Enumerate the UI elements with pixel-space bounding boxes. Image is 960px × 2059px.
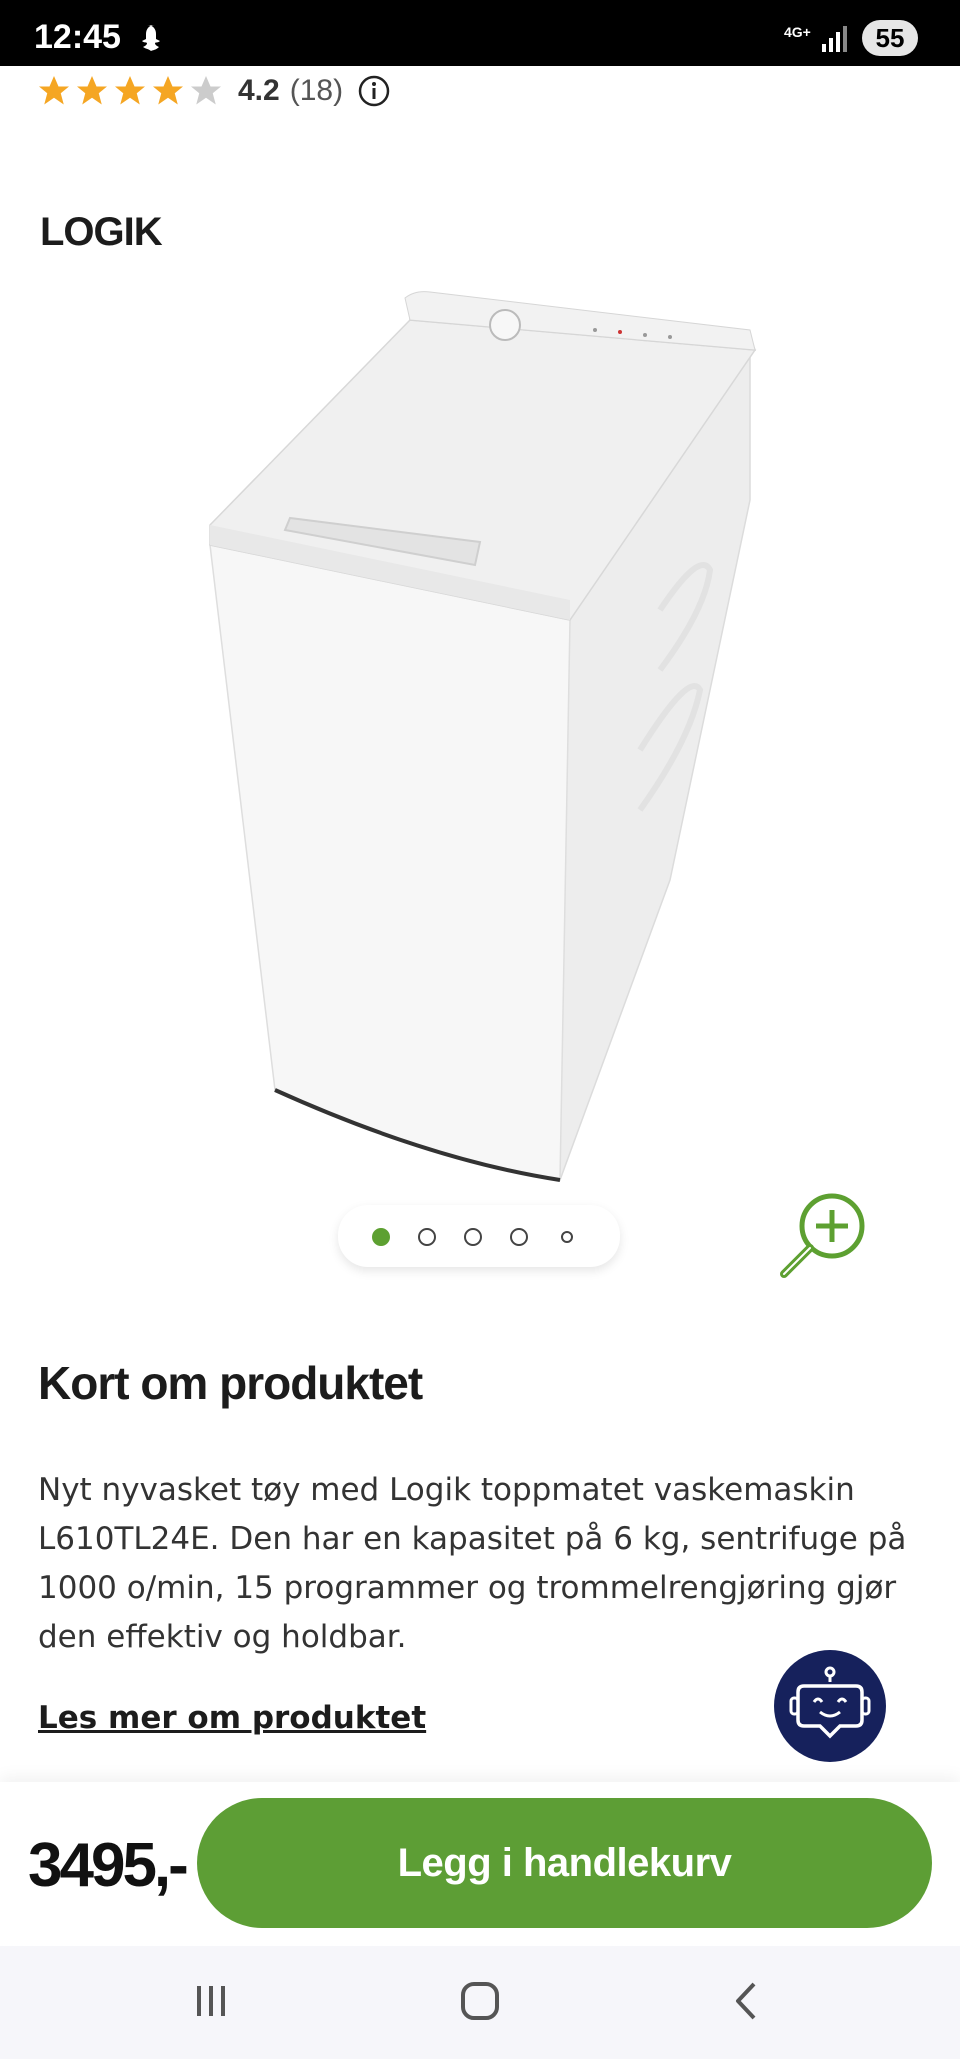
recent-apps-icon[interactable] xyxy=(186,1976,236,2026)
ghost-icon xyxy=(142,25,160,51)
gallery-dot-5[interactable] xyxy=(561,1231,573,1243)
gallery-dot-2[interactable] xyxy=(418,1228,436,1246)
battery-indicator: 55 xyxy=(862,20,918,56)
chatbot-icon xyxy=(789,1666,871,1739)
star-icon xyxy=(39,76,69,105)
signal-icon xyxy=(822,26,847,52)
back-icon[interactable] xyxy=(722,1976,772,2026)
star-icon xyxy=(153,76,183,105)
product-description: Nyt nyvasket tøy med Logik toppmatet vas… xyxy=(38,1472,907,1655)
rating-count: (18) xyxy=(289,74,344,107)
add-to-cart-button[interactable]: Legg i handlekurv xyxy=(197,1798,932,1928)
zoom-in-icon[interactable] xyxy=(776,1188,870,1282)
info-icon[interactable] xyxy=(357,74,391,108)
star-icon xyxy=(77,76,107,105)
product-image[interactable] xyxy=(190,290,780,1190)
section-title: Kort om produktet xyxy=(38,1357,423,1409)
status-time: 12:45 xyxy=(34,18,121,56)
status-bar: 12:45 4G+ 55 xyxy=(0,0,960,66)
star-icon xyxy=(115,76,145,105)
gallery-dot-3[interactable] xyxy=(464,1228,482,1246)
gallery-dot-4[interactable] xyxy=(510,1228,528,1246)
star-empty-icon xyxy=(191,76,221,105)
product-rating[interactable]: 4.2 (18) xyxy=(36,68,391,114)
chatbot-button[interactable] xyxy=(774,1650,886,1762)
gallery-pagination xyxy=(338,1205,620,1267)
network-label: 4G+ xyxy=(784,24,811,40)
brand-logo[interactable]: LOGIK xyxy=(40,210,163,255)
price: 3495,- xyxy=(28,1831,189,1900)
read-more-link[interactable]: Les mer om produktet xyxy=(38,1700,426,1736)
rating-score: 4.2 xyxy=(238,74,280,107)
system-nav-bar xyxy=(0,1946,960,2059)
home-icon[interactable] xyxy=(455,1976,505,2026)
gallery-dot-1[interactable] xyxy=(372,1228,390,1246)
